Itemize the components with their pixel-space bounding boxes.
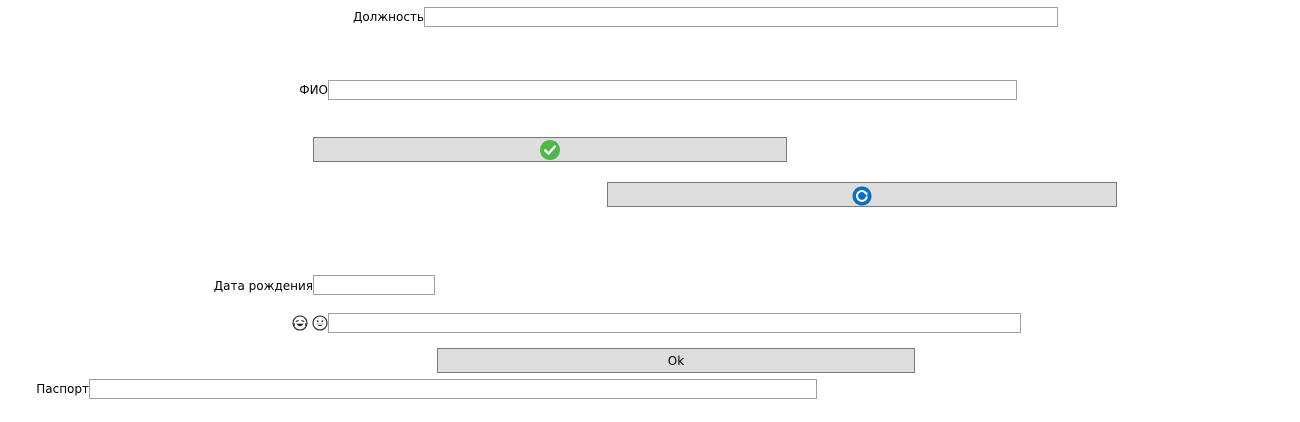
ok-button[interactable]: Ok: [437, 348, 915, 373]
refresh-button[interactable]: [607, 182, 1117, 207]
confirm-button[interactable]: [313, 137, 787, 162]
birthdate-input[interactable]: [313, 275, 435, 295]
position-input[interactable]: [424, 7, 1058, 27]
passport-label: Паспорт: [36, 382, 89, 396]
fio-input[interactable]: [328, 80, 1017, 100]
refresh-icon: [852, 185, 872, 206]
passport-input[interactable]: [89, 379, 817, 399]
emoji-input[interactable]: [328, 313, 1021, 333]
fio-label: ФИО: [299, 83, 328, 97]
birthdate-label: Дата рождения: [213, 279, 313, 293]
checkmark-circle-icon: [540, 139, 560, 160]
grinning-emoji-icon: [312, 315, 328, 331]
laughing-tears-emoji-icon: [292, 315, 308, 331]
form-window: Должность ФИО Дата рождения Ok Паспорт: [0, 0, 1300, 422]
position-label: Должность: [352, 10, 424, 24]
